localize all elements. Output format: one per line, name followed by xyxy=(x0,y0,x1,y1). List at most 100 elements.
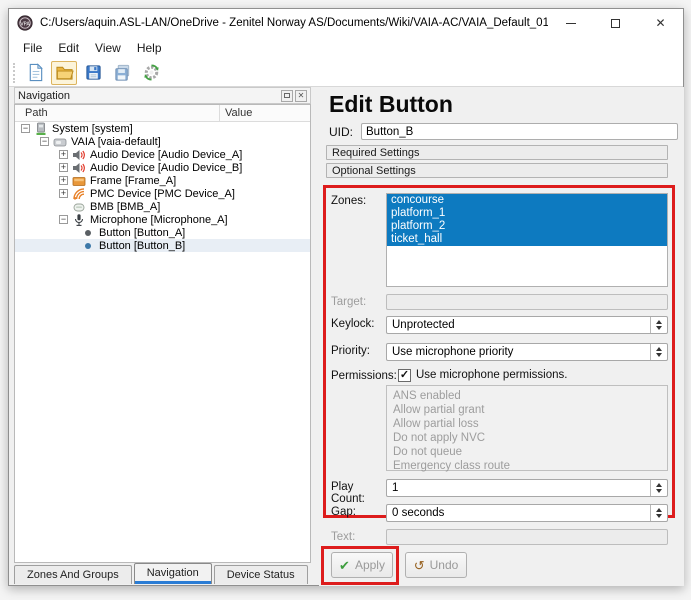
tree-label: Audio Device [Audio Device_B] xyxy=(90,162,242,174)
permissions-list: ANS enabled Allow partial grant Allow pa… xyxy=(386,385,668,471)
text-label: Text: xyxy=(331,529,386,545)
tree-row-microphone[interactable]: − Microphone [Microphone_A] xyxy=(15,213,310,226)
spinner-arrows-icon[interactable] xyxy=(650,480,667,496)
priority-label: Priority: xyxy=(331,343,386,361)
menu-file[interactable]: File xyxy=(15,39,50,57)
save-file-button[interactable] xyxy=(80,61,106,85)
target-label: Target: xyxy=(331,294,386,310)
expand-icon[interactable]: + xyxy=(59,150,68,159)
pmc-device-icon xyxy=(72,187,86,201)
column-value[interactable]: Value xyxy=(219,105,310,121)
tree-label: Button [Button_A] xyxy=(99,227,185,239)
gap-select[interactable]: 0 seconds xyxy=(386,504,668,522)
expand-icon[interactable]: + xyxy=(59,189,68,198)
minimize-button[interactable] xyxy=(548,9,593,37)
zone-item[interactable]: platform_2 xyxy=(387,220,667,233)
menu-help[interactable]: Help xyxy=(129,39,170,57)
keylock-select[interactable]: Unprotected xyxy=(386,316,668,334)
tree-row-frame[interactable]: + Frame [Frame_A] xyxy=(15,174,310,187)
apply-button[interactable]: ✔ Apply xyxy=(331,552,393,578)
app-window: VPA C:/Users/aquin.ASL-LAN/OneDrive - Ze… xyxy=(8,8,684,586)
tree-row-button-b[interactable]: Button [Button_B] xyxy=(15,239,310,252)
navigation-tree: Path Value − System [system] − VAIA [vai… xyxy=(14,104,311,563)
tree-label: Frame [Frame_A] xyxy=(90,175,176,187)
dock-close-button[interactable]: ✕ xyxy=(295,90,307,102)
svg-text:VPA: VPA xyxy=(20,21,30,27)
play-count-value: 1 xyxy=(387,482,650,494)
zones-label: Zones: xyxy=(331,193,386,287)
tree-row-audio-a[interactable]: + Audio Device [Audio Device_A] xyxy=(15,148,310,161)
zone-item[interactable]: concourse xyxy=(387,194,667,207)
dock-float-icon xyxy=(284,93,290,98)
permission-option: Do not queue xyxy=(393,445,661,459)
permissions-checkbox[interactable]: ✓ xyxy=(398,369,411,382)
undo-button[interactable]: ↺ Undo xyxy=(405,552,467,578)
new-file-button[interactable] xyxy=(22,61,48,85)
permission-option: Allow partial loss xyxy=(393,417,661,431)
tree-row-button-a[interactable]: Button [Button_A] xyxy=(15,226,310,239)
dock-float-button[interactable] xyxy=(281,90,293,102)
tree-label: PMC Device [PMC Device_A] xyxy=(90,188,235,200)
tree-row-vaia[interactable]: − VAIA [vaia-default] xyxy=(15,135,310,148)
bmb-icon xyxy=(72,200,86,214)
expand-icon[interactable]: + xyxy=(59,163,68,172)
dock-tab-bar: Zones And Groups Navigation Device Statu… xyxy=(14,563,310,584)
audio-device-icon xyxy=(72,148,86,162)
toolbar xyxy=(9,59,683,87)
close-icon: ✕ xyxy=(655,16,665,30)
open-file-button[interactable] xyxy=(51,61,77,85)
tab-zones-and-groups[interactable]: Zones And Groups xyxy=(14,565,132,584)
permission-option: Allow partial grant xyxy=(393,403,661,417)
button-dot-icon xyxy=(85,243,91,249)
tree-header: Path Value xyxy=(15,105,310,122)
tab-navigation[interactable]: Navigation xyxy=(134,563,212,584)
keylock-value: Unprotected xyxy=(387,319,650,331)
zones-list[interactable]: concourse platform_1 platform_2 ticket_h… xyxy=(386,193,668,287)
play-count-spinner[interactable]: 1 xyxy=(386,479,668,497)
navigation-panel-title: Navigation xyxy=(18,90,70,102)
collapse-icon[interactable]: − xyxy=(59,215,68,224)
tree-row-audio-b[interactable]: + Audio Device [Audio Device_B] xyxy=(15,161,310,174)
section-optional-settings[interactable]: Optional Settings xyxy=(326,163,668,178)
save-copy-icon xyxy=(113,63,132,82)
tree-row-pmc[interactable]: + PMC Device [PMC Device_A] xyxy=(15,187,310,200)
audio-device-icon xyxy=(72,161,86,175)
app-icon: VPA xyxy=(17,15,33,31)
spinner-arrows-icon[interactable] xyxy=(650,505,667,521)
collapse-icon[interactable]: − xyxy=(40,137,49,146)
tab-device-status[interactable]: Device Status xyxy=(214,565,308,584)
permission-option: Emergency class route xyxy=(393,459,661,473)
undo-button-label: Undo xyxy=(430,558,459,572)
column-path[interactable]: Path xyxy=(15,105,219,121)
permissions-checkbox-label[interactable]: Use microphone permissions. xyxy=(416,369,567,381)
menu-view[interactable]: View xyxy=(87,39,129,57)
expand-icon[interactable]: + xyxy=(59,176,68,185)
maximize-icon xyxy=(611,19,620,28)
system-icon xyxy=(34,122,48,136)
maximize-button[interactable] xyxy=(593,9,638,37)
frame-icon xyxy=(72,174,86,188)
undo-arrow-icon: ↺ xyxy=(414,559,425,572)
priority-select[interactable]: Use microphone priority xyxy=(386,343,668,361)
toolbar-grip[interactable] xyxy=(13,63,17,83)
save-copy-button[interactable] xyxy=(109,61,135,85)
tree-row-system[interactable]: − System [system] xyxy=(15,122,310,135)
tree-label: VAIA [vaia-default] xyxy=(71,136,161,148)
priority-value: Use microphone priority xyxy=(387,346,650,358)
zone-item[interactable]: ticket_hall xyxy=(387,233,667,246)
zone-item[interactable]: platform_1 xyxy=(387,207,667,220)
spinner-arrows-icon[interactable] xyxy=(650,344,667,360)
spinner-arrows-icon[interactable] xyxy=(650,317,667,333)
uid-input[interactable] xyxy=(361,123,678,140)
permissions-label: Permissions: xyxy=(331,368,398,382)
tree-row-bmb[interactable]: BMB [BMB_A] xyxy=(15,200,310,213)
tree-label: Audio Device [Audio Device_A] xyxy=(90,149,242,161)
menu-edit[interactable]: Edit xyxy=(50,39,87,57)
button-dot-icon xyxy=(85,230,91,236)
apply-check-icon: ✔ xyxy=(339,559,350,572)
vaia-device-icon xyxy=(53,135,67,149)
reload-button[interactable] xyxy=(138,61,164,85)
section-required-settings[interactable]: Required Settings xyxy=(326,145,668,160)
collapse-icon[interactable]: − xyxy=(21,124,30,133)
close-button[interactable]: ✕ xyxy=(638,9,683,37)
